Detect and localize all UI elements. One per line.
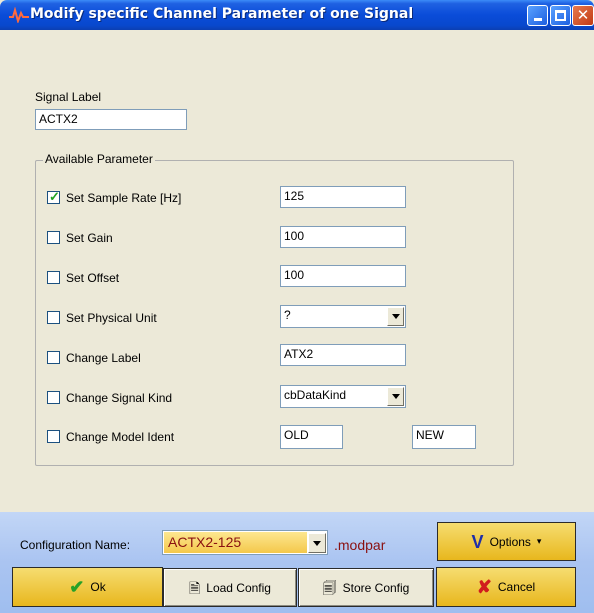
signal-kind-label: Change Signal Kind <box>66 391 173 405</box>
load-config-label: Load Config <box>206 580 271 595</box>
load-file-icon: 🗎 <box>189 579 201 596</box>
config-name-value[interactable]: ACTX2-125 <box>164 532 307 553</box>
physical-unit-select[interactable]: ? <box>280 305 406 328</box>
gain-label: Set Gain <box>66 231 113 245</box>
sample-rate-checkbox[interactable]: ✓ <box>47 189 60 204</box>
options-label: Options <box>489 534 531 549</box>
change-label-label: Change Label <box>66 351 141 365</box>
physical-unit-label: Set Physical Unit <box>66 311 157 325</box>
chevron-down-icon[interactable] <box>387 307 404 326</box>
gain-checkbox[interactable] <box>47 231 60 244</box>
offset-input[interactable]: 100 <box>280 265 406 287</box>
checkmark-icon: ✓ <box>49 189 60 204</box>
caret-down-icon: ▾ <box>536 536 542 546</box>
cancel-label: Cancel <box>497 580 536 594</box>
v-icon: V <box>471 531 484 552</box>
offset-checkbox[interactable] <box>47 271 60 284</box>
change-label-checkbox[interactable] <box>47 351 60 364</box>
close-button[interactable]: ✕ <box>572 5 594 26</box>
chevron-down-icon[interactable] <box>387 387 404 406</box>
minimize-button[interactable] <box>527 5 548 26</box>
load-config-button[interactable]: 🗎 Load Config <box>163 568 297 607</box>
signal-label-input[interactable]: ACTX2 <box>35 109 187 130</box>
x-icon: ✘ <box>476 577 492 597</box>
model-ident-old-input[interactable]: OLD <box>280 425 343 449</box>
signal-kind-value: cbDataKind <box>284 388 347 402</box>
config-name-select[interactable]: ACTX2-125 <box>162 530 328 555</box>
checkmark-icon: ✔ <box>69 577 85 597</box>
window-title: Modify specific Channel Parameter of one… <box>30 6 414 22</box>
model-ident-label: Change Model Ident <box>66 430 175 444</box>
ok-label: Ok <box>90 580 106 594</box>
offset-label: Set Offset <box>66 271 120 285</box>
signal-wave-icon <box>9 7 29 23</box>
group-title: Available Parameter <box>43 152 155 166</box>
signal-kind-select[interactable]: cbDataKind <box>280 385 406 408</box>
store-file-icon: 🗐 <box>322 579 337 596</box>
title-bar[interactable]: Modify specific Channel Parameter of one… <box>0 0 594 30</box>
maximize-icon <box>555 10 566 21</box>
physical-unit-checkbox[interactable] <box>47 311 60 324</box>
ok-button[interactable]: ✔ Ok <box>12 567 163 607</box>
signal-label-caption: Signal Label <box>35 90 102 104</box>
model-ident-new-input[interactable]: NEW <box>412 425 476 449</box>
minimize-icon <box>534 18 542 21</box>
dialog-window: Modify specific Channel Parameter of one… <box>0 0 594 613</box>
store-config-label: Store Config <box>342 580 410 595</box>
config-extension: .modpar <box>334 537 386 553</box>
gain-input[interactable]: 100 <box>280 226 406 248</box>
change-label-input[interactable]: ATX2 <box>280 344 406 366</box>
physical-unit-value: ? <box>284 308 291 322</box>
sample-rate-input[interactable]: 125 <box>280 186 406 208</box>
maximize-button[interactable] <box>550 5 571 26</box>
sample-rate-label: Set Sample Rate [Hz] <box>66 191 182 205</box>
options-button[interactable]: V Options ▾ <box>437 522 576 561</box>
close-icon: ✕ <box>576 6 590 24</box>
store-config-button[interactable]: 🗐 Store Config <box>298 568 434 607</box>
cancel-button[interactable]: ✘ Cancel <box>436 567 576 607</box>
config-name-label: Configuration Name: <box>20 538 131 552</box>
model-ident-checkbox[interactable] <box>47 430 60 443</box>
chevron-down-icon[interactable] <box>308 533 326 553</box>
signal-kind-checkbox[interactable] <box>47 391 60 404</box>
